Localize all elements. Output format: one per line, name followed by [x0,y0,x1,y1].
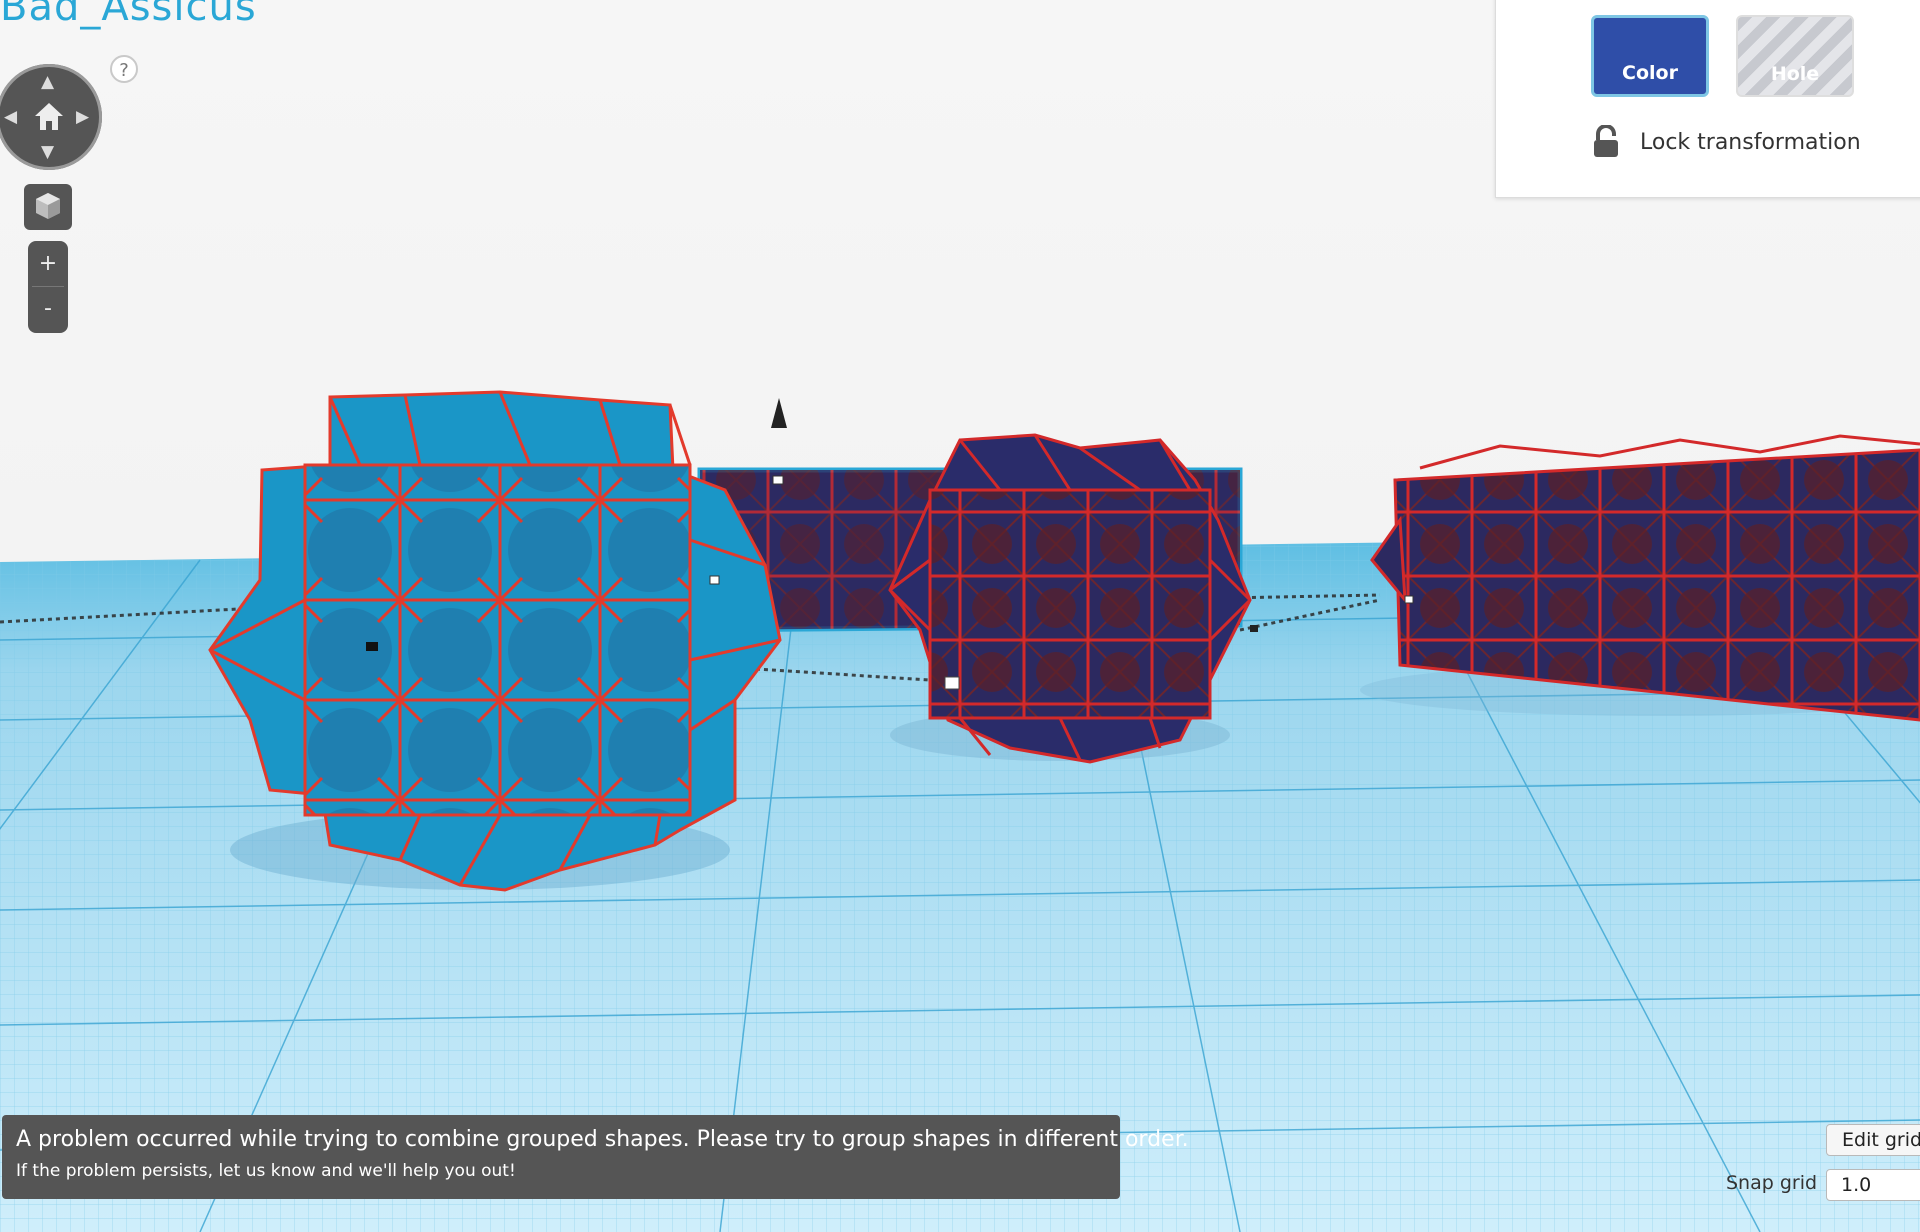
color-button[interactable]: Color [1591,15,1709,97]
shape-inspector-panel: Color Hole Lock transformation [1495,0,1920,198]
zoom-out-button[interactable]: - [28,289,68,329]
cube-icon [36,193,60,219]
arrow-left-icon[interactable]: ◀ [4,109,17,126]
project-title[interactable]: Bad_Assicus [0,0,257,30]
lock-transformation-label: Lock transformation [1640,130,1861,155]
home-icon[interactable] [32,100,66,134]
view-navigation-pad[interactable]: ▲ ▼ ◀ ▶ [0,64,102,170]
error-message: A problem occurred while trying to combi… [16,1127,1189,1152]
zoom-divider [32,286,64,287]
error-submessage: If the problem persists, let us know and… [16,1161,516,1181]
lock-icon [1594,125,1618,157]
grouped-shapes-row-right[interactable] [1360,434,1920,722]
edit-grid-button[interactable]: Edit grid [1826,1124,1920,1156]
view-cube-button[interactable] [24,184,72,230]
arrow-right-icon[interactable]: ▶ [76,109,89,126]
error-notification: A problem occurred while trying to combi… [2,1115,1189,1199]
snap-grid-select[interactable]: 1.0 [1826,1169,1920,1201]
arrow-up-icon[interactable]: ▲ [41,74,54,91]
color-button-label: Color [1622,62,1678,84]
snap-grid-label: Snap grid [1726,1172,1818,1194]
hole-button-label: Hole [1770,63,1820,85]
help-icon[interactable]: ? [110,55,138,83]
hole-button[interactable]: Hole [1736,15,1854,97]
arrow-down-icon[interactable]: ▼ [41,144,54,161]
zoom-controls: + - [28,241,68,333]
zoom-in-button[interactable]: + [28,244,68,284]
